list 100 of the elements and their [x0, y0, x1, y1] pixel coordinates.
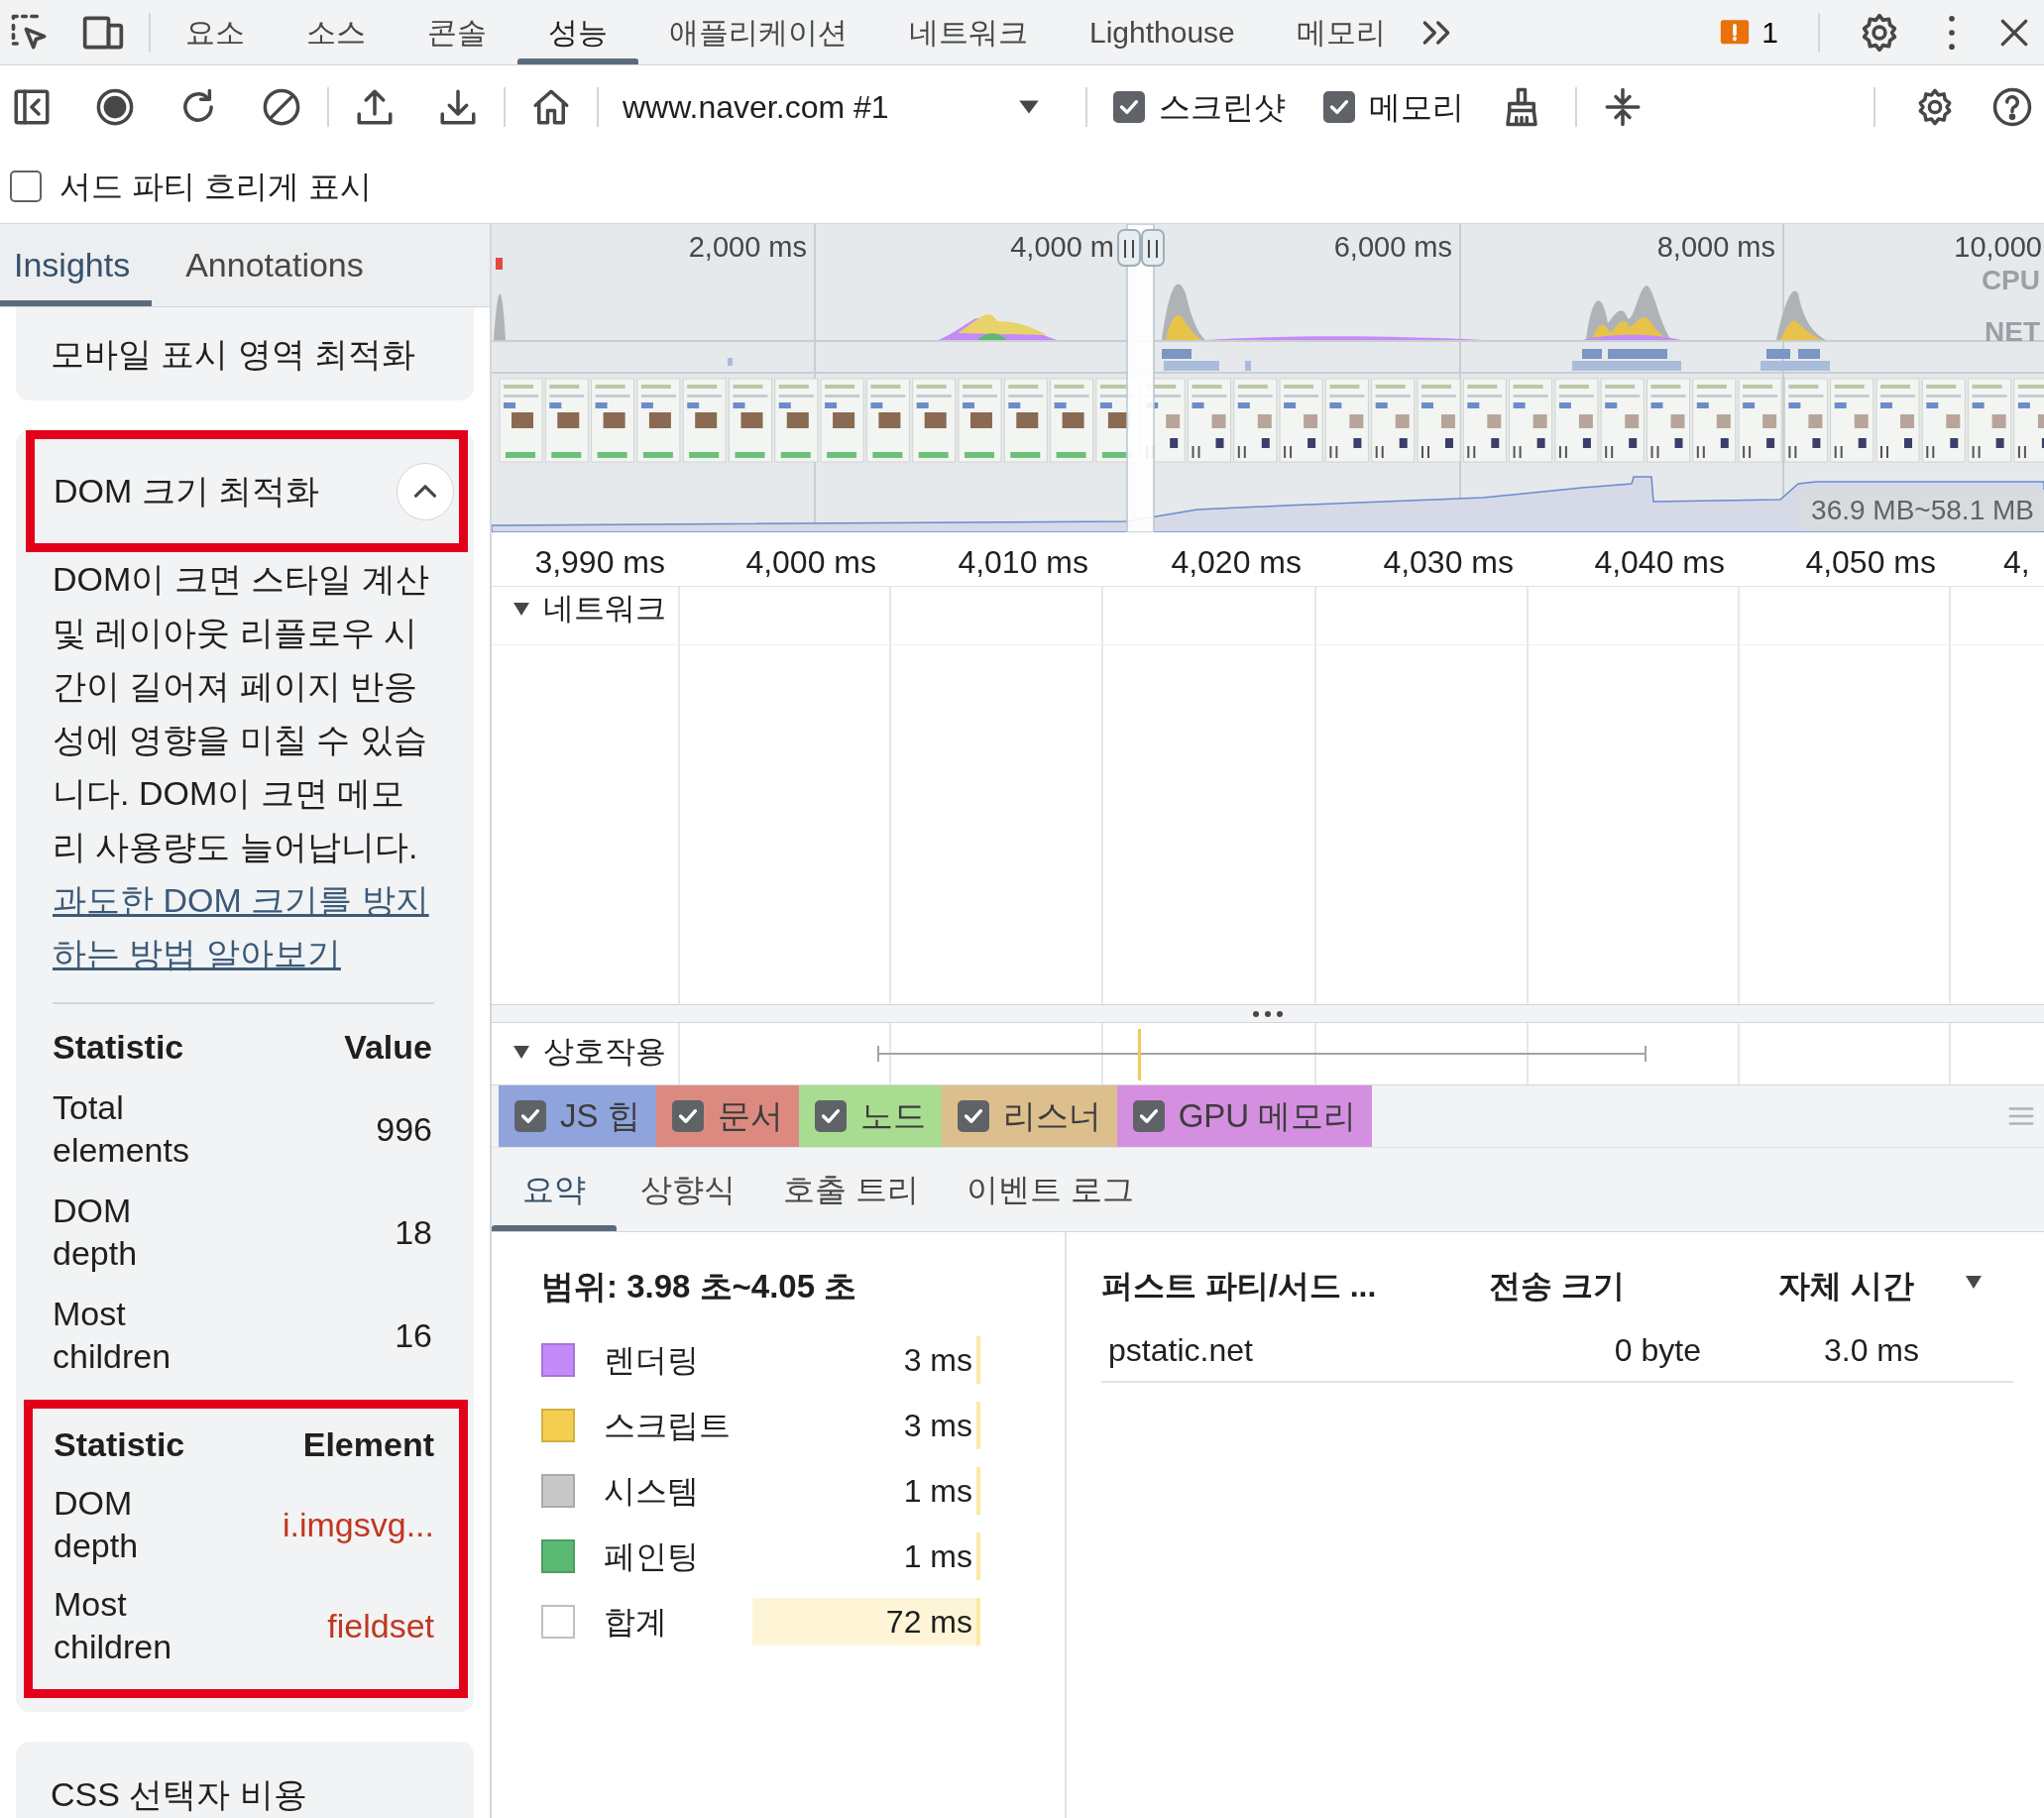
legend-swatch: [541, 1604, 575, 1639]
track-title: 네트워크: [543, 589, 666, 627]
issue-count: 1: [1761, 15, 1778, 51]
counter-label: 문서: [717, 1096, 783, 1137]
category-time: 3 ms: [752, 1335, 980, 1384]
help-icon: [1991, 86, 2033, 128]
checkmark-icon: [1330, 100, 1348, 114]
panel-tab[interactable]: 요소: [155, 0, 276, 64]
insight-title: CSS 선택자 비용: [51, 1775, 307, 1813]
table-cell: 0 byte: [1468, 1317, 1716, 1383]
counter-label: JS 힙: [560, 1096, 640, 1137]
checkbox[interactable]: [1323, 91, 1355, 123]
insight-title: DOM 크기 최적화: [54, 471, 320, 511]
checkbox[interactable]: [814, 1100, 847, 1132]
counter-toggle[interactable]: GPU 메모리: [1116, 1085, 1373, 1147]
counter-toggle[interactable]: 리스너: [941, 1085, 1117, 1147]
column-header: Element: [301, 1424, 434, 1465]
panel-tab[interactable]: 애플리케이션: [638, 0, 878, 64]
checkbox[interactable]: [1132, 1100, 1165, 1132]
category-time: 3 ms: [752, 1401, 980, 1449]
time-label: 2,000 ms: [688, 230, 807, 265]
panel-tab[interactable]: 네트워크: [878, 0, 1059, 64]
table-cell-text: 996: [375, 1108, 432, 1150]
counter-toggle[interactable]: 문서: [655, 1085, 799, 1147]
time-label: 8,000 ms: [1656, 230, 1775, 265]
checkbox[interactable]: [1113, 91, 1145, 123]
counter-label: 노드: [859, 1096, 926, 1137]
range-handle[interactable]: [1117, 229, 1141, 267]
track-label: CPU: [1981, 264, 2040, 297]
table-cell-text: Total elements: [53, 1087, 190, 1171]
table-cell-text: Most children: [54, 1584, 173, 1667]
chevron-up-icon: [414, 485, 436, 498]
track-label: NET: [1985, 315, 2040, 349]
table-cell-text: DOM depth: [53, 1191, 139, 1274]
counter-toggle[interactable]: JS 힙: [499, 1085, 656, 1147]
table-cell: 3.0 ms: [1716, 1317, 1934, 1383]
counter-label: 리스너: [1002, 1096, 1101, 1137]
time-label: 4,000 m: [1010, 230, 1114, 265]
range-handle[interactable]: [1141, 229, 1165, 267]
time-label: 4,050 ms: [1805, 543, 1936, 582]
time-label: 10,000: [1954, 230, 2042, 265]
element-link[interactable]: fieldset: [202, 1604, 434, 1648]
panel-tab[interactable]: 성능: [517, 0, 638, 64]
target-dropdown[interactable]: www.naver.com #1: [613, 75, 1052, 139]
checkmark-icon: [678, 1109, 697, 1123]
category-time: 1 ms: [752, 1466, 980, 1515]
panel-tab[interactable]: 소스: [276, 0, 397, 64]
checkbox[interactable]: [10, 170, 42, 202]
column-header: Statistic: [53, 1027, 185, 1068]
panel-tab[interactable]: 콘솔: [397, 0, 517, 64]
category-time: 72 ms: [752, 1597, 980, 1646]
time-label: 4,020 ms: [1171, 543, 1302, 582]
checkbox[interactable]: [957, 1100, 989, 1132]
clear-icon: [261, 86, 302, 128]
issues-button[interactable]: 1: [1718, 10, 1778, 55]
column-header[interactable]: 전송 크기: [1468, 1262, 1716, 1317]
details-tab[interactable]: 상향식: [617, 1148, 759, 1231]
checkmark-icon: [964, 1109, 982, 1123]
checkbox-label: 서드 파티 흐리게 표시: [59, 167, 372, 206]
time-label: 6,000 ms: [1333, 230, 1452, 265]
resize-handle-icon: [1253, 1010, 1283, 1017]
learn-more-link[interactable]: 과도한 DOM 크기를 방지하는 방법 알아보기: [16, 873, 452, 980]
menu-button[interactable]: [1949, 15, 1955, 50]
table-cell: pstatic.net: [1101, 1317, 1468, 1383]
checkbox[interactable]: [514, 1100, 546, 1132]
details-tab[interactable]: 호출 트리: [759, 1148, 943, 1231]
column-header[interactable]: 퍼스트 파티/서드 ...: [1101, 1262, 1468, 1317]
category-time: 1 ms: [752, 1532, 980, 1580]
column-header[interactable]: 자체 시간: [1716, 1262, 1934, 1317]
time-label: 4,030 ms: [1383, 543, 1514, 582]
checkbox[interactable]: [671, 1100, 704, 1132]
details-tab[interactable]: 요약: [492, 1148, 617, 1231]
column-header: Value: [343, 1027, 432, 1068]
category-label: 시스템: [604, 1471, 700, 1511]
time-label: 4,: [2003, 543, 2030, 582]
table-cell-text: Most children: [53, 1294, 172, 1377]
memory-range-label: 36.9 MB~58.1 MB: [1801, 490, 2044, 531]
time-label: 4,000 ms: [745, 543, 876, 582]
category-label: 스크립트: [604, 1406, 732, 1445]
checkmark-icon: [521, 1109, 539, 1123]
element-link[interactable]: i.imgsvg...: [202, 1503, 434, 1546]
time-label: 4,010 ms: [958, 543, 1088, 582]
checkbox-label: 메모리: [1369, 88, 1464, 127]
sidebar-tab[interactable]: Annotations: [152, 224, 386, 306]
counter-toggle[interactable]: 노드: [798, 1085, 942, 1147]
menu-icon: [1949, 15, 1955, 50]
details-tab[interactable]: 이벤트 로그: [942, 1148, 1158, 1231]
range-label: 범위: 3.98 초~4.05 초: [541, 1267, 858, 1307]
checkbox-label: 스크린샷: [1159, 88, 1286, 127]
panel-tab[interactable]: Lighthouse: [1059, 0, 1266, 64]
checkmark-icon: [821, 1109, 840, 1123]
track-title: 상호작용: [543, 1033, 666, 1071]
panel-tab[interactable]: 메모리: [1265, 0, 1417, 64]
category-label: 렌더링: [604, 1340, 700, 1380]
sidebar-tab[interactable]: Insights: [0, 224, 153, 306]
counter-label: GPU 메모리: [1178, 1096, 1357, 1137]
category-label: 합계: [604, 1602, 668, 1642]
table-cell-text: 18: [394, 1211, 432, 1253]
time-label: 3,990 ms: [534, 543, 665, 582]
time-label: 4,040 ms: [1594, 543, 1725, 582]
